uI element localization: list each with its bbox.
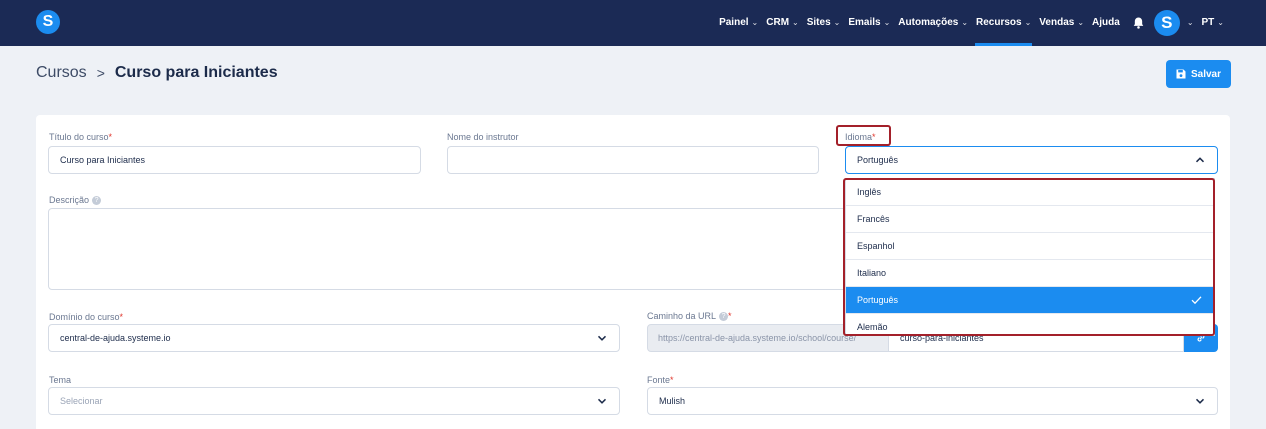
nav-item-crm[interactable]: CRM ⌄	[762, 0, 802, 46]
nav-item-label: Painel	[719, 17, 749, 28]
save-button[interactable]: Salvar	[1166, 60, 1231, 88]
systeme-logo[interactable]: S	[36, 10, 60, 34]
language-select[interactable]: Português	[845, 146, 1218, 174]
chevron-down-icon: ⌄	[792, 18, 799, 27]
page-title: Curso para Iniciantes	[114, 64, 278, 81]
main-nav: Painel ⌄ CRM ⌄ Sites ⌄ Emails ⌄ Automações ⌄ …	[715, 0, 1228, 46]
nav-item-automacoes[interactable]: Automações ⌄	[894, 0, 972, 46]
instructor-name-label: Nome do instrutor	[447, 132, 519, 142]
breadcrumb: Cursos > Curso para Iniciantes	[36, 64, 278, 82]
nav-item-recursos[interactable]: Recursos ⌄	[972, 0, 1035, 46]
course-title-label: Título do curso*	[49, 132, 113, 142]
chevron-down-icon: ⌄	[883, 18, 891, 27]
chevron-up-icon	[1195, 157, 1205, 163]
language-switcher[interactable]: PT ⌄	[1198, 0, 1228, 46]
font-label: Fonte*	[647, 375, 674, 385]
theme-placeholder: Selecionar	[60, 396, 103, 406]
language-label-highlight	[836, 125, 891, 146]
course-domain-select[interactable]: central-de-ajuda.systeme.io	[48, 324, 620, 352]
top-nav-bar: S Painel ⌄ CRM ⌄ Sites ⌄ Emails ⌄ Automações…	[0, 0, 1266, 46]
language-label: PT	[1201, 17, 1215, 28]
chevron-down-icon: ⌄	[751, 18, 759, 27]
nav-item-label: Ajuda	[1092, 17, 1120, 28]
instructor-name-input[interactable]	[447, 146, 819, 174]
nav-item-ajuda[interactable]: Ajuda	[1088, 0, 1124, 46]
url-path-label: Caminho da URL? *	[647, 311, 732, 322]
avatar-menu-chevron[interactable]: ⌄	[1180, 0, 1198, 46]
chevron-down-icon: ⌄	[1217, 18, 1224, 27]
course-title-input[interactable]: Curso para Iniciantes	[48, 146, 421, 174]
chevron-down-icon: ⌄	[961, 18, 969, 27]
nav-item-emails[interactable]: Emails ⌄	[844, 0, 894, 46]
chevron-down-icon	[597, 335, 607, 341]
bell-icon[interactable]	[1132, 0, 1146, 46]
language-select-value: Português	[857, 155, 899, 165]
language-dropdown-highlight	[843, 178, 1215, 336]
chevron-down-icon: ⌄	[1077, 18, 1085, 27]
nav-item-painel[interactable]: Painel ⌄	[715, 0, 762, 46]
course-title-value: Curso para Iniciantes	[60, 155, 146, 165]
breadcrumb-separator: >	[96, 65, 105, 81]
nav-item-label: Sites	[806, 17, 831, 28]
course-domain-value: central-de-ajuda.systeme.io	[60, 333, 171, 343]
help-icon[interactable]: ?	[92, 196, 102, 206]
nav-item-sites[interactable]: Sites ⌄	[803, 0, 845, 46]
chevron-down-icon: ⌄	[1186, 18, 1194, 27]
nav-item-label: Recursos	[976, 17, 1022, 28]
nav-item-label: Automações	[898, 17, 959, 28]
course-domain-label: Domínio do curso*	[49, 312, 124, 322]
chevron-down-icon: ⌄	[833, 18, 841, 27]
help-icon[interactable]: ?	[719, 312, 729, 322]
font-value: Mulish	[659, 396, 686, 406]
font-select[interactable]: Mulish	[647, 387, 1218, 415]
theme-select[interactable]: Selecionar	[48, 387, 620, 415]
nav-item-label: Vendas	[1039, 17, 1075, 28]
nav-item-vendas[interactable]: Vendas ⌄	[1035, 0, 1088, 46]
chevron-down-icon	[1195, 398, 1205, 404]
description-label: Descrição?	[49, 195, 102, 206]
nav-item-label: CRM	[766, 17, 790, 28]
chevron-down-icon	[597, 398, 607, 404]
breadcrumb-cursos-link[interactable]: Cursos	[36, 64, 87, 82]
floppy-disk-icon	[1176, 69, 1186, 79]
save-button-label: Salvar	[1190, 68, 1222, 80]
description-textarea[interactable]	[48, 208, 868, 290]
theme-label: Tema	[49, 375, 72, 385]
nav-item-label: Emails	[848, 17, 881, 28]
chevron-down-icon: ⌄	[1024, 18, 1032, 27]
avatar[interactable]: S	[1153, 10, 1180, 36]
